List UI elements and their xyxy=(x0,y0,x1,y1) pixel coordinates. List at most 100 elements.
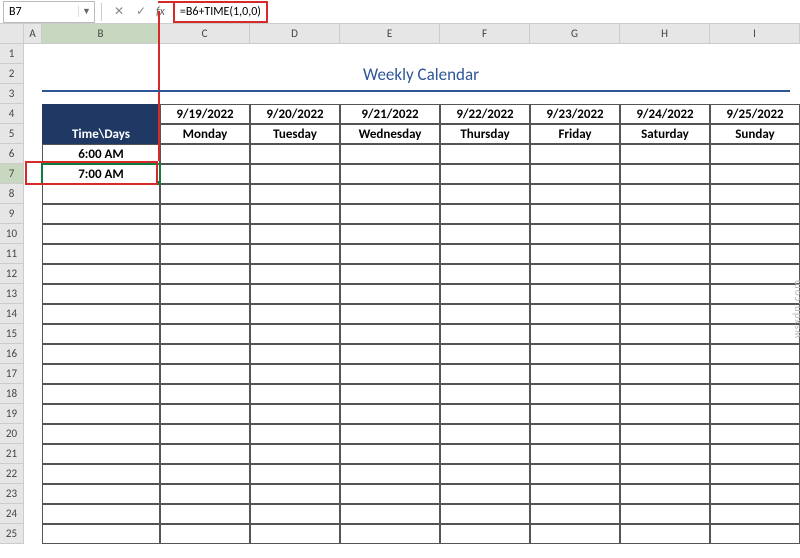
data-cell[interactable] xyxy=(440,204,530,224)
data-cell[interactable] xyxy=(440,144,530,164)
data-cell[interactable] xyxy=(440,324,530,344)
data-cell[interactable] xyxy=(340,324,440,344)
data-cell[interactable] xyxy=(42,524,160,544)
data-cell[interactable] xyxy=(440,344,530,364)
data-cell[interactable] xyxy=(250,444,340,464)
data-cell[interactable] xyxy=(340,144,440,164)
empty-cell[interactable] xyxy=(340,84,440,104)
row-header-22[interactable]: 22 xyxy=(0,464,24,484)
data-cell[interactable] xyxy=(440,424,530,444)
row-header-21[interactable]: 21 xyxy=(0,444,24,464)
data-cell[interactable] xyxy=(340,184,440,204)
data-cell[interactable] xyxy=(710,284,800,304)
data-cell[interactable] xyxy=(340,164,440,184)
data-cell[interactable] xyxy=(440,184,530,204)
name-box-dropdown-icon[interactable]: ▼ xyxy=(78,6,94,17)
empty-cell[interactable] xyxy=(250,44,340,64)
data-cell[interactable] xyxy=(530,484,620,504)
data-cell[interactable] xyxy=(340,384,440,404)
data-cell[interactable] xyxy=(440,304,530,324)
data-cell[interactable] xyxy=(530,464,620,484)
data-cell[interactable] xyxy=(250,144,340,164)
data-cell[interactable] xyxy=(160,424,250,444)
data-cell[interactable] xyxy=(160,144,250,164)
data-cell[interactable] xyxy=(42,484,160,504)
fill-handle[interactable] xyxy=(156,180,160,184)
data-cell[interactable] xyxy=(530,344,620,364)
data-cell[interactable] xyxy=(710,164,800,184)
data-cell[interactable] xyxy=(620,344,710,364)
data-cell[interactable] xyxy=(250,464,340,484)
data-cell[interactable] xyxy=(42,444,160,464)
row-header-5[interactable]: 5 xyxy=(0,124,24,144)
data-cell[interactable] xyxy=(250,404,340,424)
data-cell[interactable] xyxy=(160,404,250,424)
empty-cell[interactable] xyxy=(24,464,42,484)
data-cell[interactable] xyxy=(620,424,710,444)
empty-cell[interactable] xyxy=(24,484,42,504)
data-cell[interactable] xyxy=(440,444,530,464)
data-cell[interactable] xyxy=(42,184,160,204)
data-cell[interactable] xyxy=(160,444,250,464)
empty-cell[interactable] xyxy=(24,64,42,84)
data-cell[interactable] xyxy=(250,184,340,204)
check-icon[interactable]: ✓ xyxy=(132,3,150,21)
data-cell[interactable] xyxy=(710,524,800,544)
data-cell[interactable] xyxy=(42,324,160,344)
data-cell[interactable] xyxy=(620,304,710,324)
empty-cell[interactable] xyxy=(440,44,530,64)
data-cell[interactable] xyxy=(440,464,530,484)
data-cell[interactable] xyxy=(160,204,250,224)
empty-cell[interactable] xyxy=(24,44,42,64)
data-cell[interactable] xyxy=(530,204,620,224)
col-header-E[interactable]: E xyxy=(340,24,440,44)
data-cell[interactable] xyxy=(710,424,800,444)
data-cell[interactable] xyxy=(250,304,340,324)
active-cell-b7[interactable]: 7:00 AM xyxy=(42,164,160,184)
data-cell[interactable] xyxy=(250,264,340,284)
data-cell[interactable] xyxy=(42,464,160,484)
empty-cell[interactable] xyxy=(24,104,42,124)
data-cell[interactable] xyxy=(250,244,340,264)
empty-cell[interactable] xyxy=(160,44,250,64)
data-cell[interactable] xyxy=(710,464,800,484)
data-cell[interactable] xyxy=(710,364,800,384)
empty-cell[interactable] xyxy=(24,184,42,204)
data-cell[interactable] xyxy=(620,264,710,284)
col-header-D[interactable]: D xyxy=(250,24,340,44)
data-cell[interactable] xyxy=(160,384,250,404)
data-cell[interactable] xyxy=(42,384,160,404)
data-cell[interactable] xyxy=(620,144,710,164)
col-header-A[interactable]: A xyxy=(24,24,42,44)
name-box[interactable]: B7 ▼ xyxy=(3,1,95,23)
data-cell[interactable] xyxy=(160,344,250,364)
data-cell[interactable] xyxy=(340,444,440,464)
row-header-15[interactable]: 15 xyxy=(0,324,24,344)
data-cell[interactable] xyxy=(42,364,160,384)
data-cell[interactable] xyxy=(530,404,620,424)
data-cell[interactable] xyxy=(710,144,800,164)
row-header-18[interactable]: 18 xyxy=(0,384,24,404)
data-cell[interactable] xyxy=(160,244,250,264)
data-cell[interactable] xyxy=(620,524,710,544)
time-cell[interactable]: 6:00 AM xyxy=(42,144,160,164)
data-cell[interactable] xyxy=(250,164,340,184)
row-header-13[interactable]: 13 xyxy=(0,284,24,304)
data-cell[interactable] xyxy=(530,284,620,304)
empty-cell[interactable] xyxy=(24,144,42,164)
empty-cell[interactable] xyxy=(24,364,42,384)
data-cell[interactable] xyxy=(620,504,710,524)
data-cell[interactable] xyxy=(160,504,250,524)
spreadsheet-grid[interactable]: ABCDEFGHI12Weekly Calendar349/19/20229/2… xyxy=(0,24,800,558)
data-cell[interactable] xyxy=(530,384,620,404)
data-cell[interactable] xyxy=(250,224,340,244)
data-cell[interactable] xyxy=(530,164,620,184)
data-cell[interactable] xyxy=(530,304,620,324)
empty-cell[interactable] xyxy=(160,84,250,104)
data-cell[interactable] xyxy=(710,184,800,204)
col-header-C[interactable]: C xyxy=(160,24,250,44)
data-cell[interactable] xyxy=(42,404,160,424)
data-cell[interactable] xyxy=(160,284,250,304)
data-cell[interactable] xyxy=(160,484,250,504)
data-cell[interactable] xyxy=(710,304,800,324)
